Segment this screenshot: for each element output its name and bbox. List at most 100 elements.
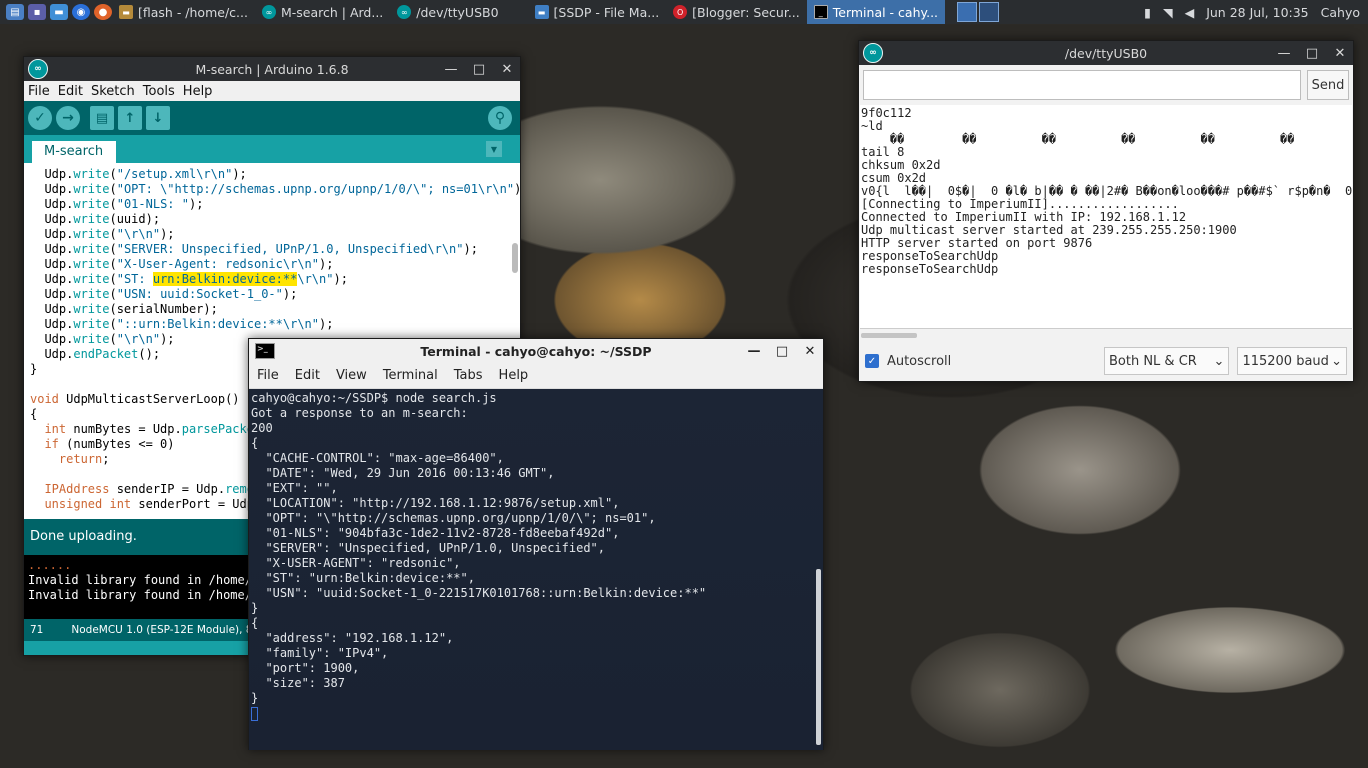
terminal-menubar: File Edit View Terminal Tabs Help [249,363,823,389]
terminal-icon: >_ [255,343,275,359]
serial-line: 9f0c112 [861,106,912,120]
browser-icon[interactable]: ◉ [72,4,90,20]
wifi-icon[interactable]: ◥ [1163,5,1173,20]
terminal-line: "family": "IPv4", [251,646,389,660]
sketch-tabs: M-search ▼ [24,135,520,163]
close-icon[interactable]: ✕ [803,344,817,359]
open-button[interactable]: ↑ [118,106,142,130]
serial-hscrollbar[interactable] [859,329,1353,343]
app-menu-icon[interactable]: ▤ [6,4,24,20]
menu-edit[interactable]: Edit [295,368,320,383]
terminal-line: "USN": "uuid:Socket-1_0-221517K0101768::… [251,586,707,600]
menu-file[interactable]: File [257,368,279,383]
serial-output[interactable]: 9f0c112 ~ld �� �� �� �� �� �� tail 8 chksu… [860,105,1352,329]
save-button[interactable]: ↓ [146,106,170,130]
maximize-icon[interactable]: □ [775,344,789,359]
terminal-output[interactable]: cahyo@cahyo:~/SSDP$ node search.js Got a … [249,389,823,750]
task-flash[interactable]: ▬ [flash - /home/c... [112,0,255,24]
terminal-cursor [251,706,258,721]
chevron-down-icon: ⌄ [1213,353,1225,369]
workspace-1[interactable] [957,2,978,22]
terminal-line: { [251,616,259,630]
workspace-pager[interactable] [957,2,1000,22]
menu-sketch[interactable]: Sketch [90,84,136,99]
autoscroll-checkbox[interactable]: ✓ [865,354,879,368]
serial-input[interactable] [863,70,1301,100]
menu-file[interactable]: File [27,84,51,99]
close-icon[interactable]: ✕ [1333,46,1347,61]
serial-line: responseToSearchUdp [861,262,999,276]
task-ssdp[interactable]: ▬ [SSDP - File Ma... [528,0,667,24]
terminal-line: "EXT": "", [251,481,338,495]
minimize-icon[interactable]: — [1277,46,1291,61]
serial-titlebar[interactable]: ∞ /dev/ttyUSB0 — □ ✕ [859,41,1353,65]
desktop-icon[interactable]: ▪ [28,4,46,20]
arduino-icon: ∞ [397,5,412,19]
clipboard-icon[interactable]: ▮ [1144,5,1151,20]
arduino-titlebar[interactable]: ∞ M-search | Arduino 1.6.8 — □ ✕ [24,57,520,81]
arduino-menubar: File Edit Sketch Tools Help [24,81,520,101]
menu-help[interactable]: Help [499,368,529,383]
arduino-logo-icon: ∞ [28,59,48,79]
terminal-line: "SERVER": "Unspecified, UPnP/1.0, Unspec… [251,541,606,555]
menu-edit[interactable]: Edit [57,84,84,99]
minimize-icon[interactable]: — [747,344,761,359]
maximize-icon[interactable]: □ [1305,46,1319,61]
volume-icon[interactable]: ◀ [1185,5,1195,20]
terminal-line: { [251,436,259,450]
upload-button[interactable]: → [56,106,80,130]
close-icon[interactable]: ✕ [500,62,514,77]
send-button[interactable]: Send [1307,70,1349,100]
opera-icon: O [673,5,688,19]
arduino-toolbar: ✓ → ▤ ↑ ↓ ⚲ [24,101,520,135]
terminal-line: 200 [251,421,273,435]
arduino-icon: ∞ [261,5,276,19]
terminal-titlebar[interactable]: >_ Terminal - cahyo@cahyo: ~/SSDP — □ ✕ [249,339,823,363]
serial-line: chksum 0x2d [861,158,941,172]
task-terminal[interactable]: _ Terminal - cahy... [806,0,946,24]
tab-m-search[interactable]: M-search [32,141,116,163]
terminal-window: >_ Terminal - cahyo@cahyo: ~/SSDP — □ ✕ Fi… [248,338,824,750]
folder-icon: ▬ [534,5,549,19]
user-name[interactable]: Cahyo [1321,5,1360,20]
maximize-icon[interactable]: □ [472,62,486,77]
firefox-icon[interactable]: ● [94,4,112,20]
terminal-scrollbar[interactable] [816,569,821,745]
autoscroll-label: Autoscroll [886,353,952,369]
task-blogger[interactable]: O [Blogger: Secur... [666,0,807,24]
menu-help[interactable]: Help [182,84,214,99]
task-label: [Blogger: Secur... [692,4,800,20]
terminal-line: "CACHE-CONTROL": "max-age=86400", [251,451,504,465]
menu-terminal[interactable]: Terminal [383,368,438,383]
minimize-icon[interactable]: — [444,62,458,77]
new-button[interactable]: ▤ [90,106,114,130]
files-icon[interactable]: ▬ [50,4,68,20]
serial-monitor-button[interactable]: ⚲ [488,106,512,130]
menu-tools[interactable]: Tools [142,84,176,99]
menu-view[interactable]: View [336,368,367,383]
editor-scrollbar[interactable] [512,243,518,273]
terminal-line: "address": "192.168.1.12", [251,631,454,645]
clock[interactable]: Jun 28 Jul, 10:35 [1206,5,1308,20]
task-serial[interactable]: ∞ /dev/ttyUSB0 [390,0,505,24]
line-number: 71 [30,624,44,636]
terminal-line: "ST": "urn:Belkin:device:**", [251,571,475,585]
line-ending-select[interactable]: Both NL & CR ⌄ [1103,347,1230,375]
terminal-icon: _ [813,5,828,19]
menu-tabs[interactable]: Tabs [454,368,483,383]
terminal-line: Got a response to an m-search: [251,406,468,420]
baud-value: 115200 baud [1242,353,1329,369]
tab-menu-button[interactable]: ▼ [486,141,502,157]
task-label: /dev/ttyUSB0 [416,4,499,20]
task-label: [flash - /home/c... [138,4,248,20]
serial-options: ✓ Autoscroll Both NL & CR ⌄ 115200 baud ⌄ [859,343,1353,379]
workspace-2[interactable] [979,2,1000,22]
terminal-line: "LOCATION": "http://192.168.1.12:9876/se… [251,496,620,510]
verify-button[interactable]: ✓ [28,106,52,130]
task-m-search[interactable]: ∞ M-search | Ard... [255,0,390,24]
window-title: Terminal - cahyo@cahyo: ~/SSDP [420,343,652,359]
serial-monitor-window: ∞ /dev/ttyUSB0 — □ ✕ Send 9f0c112 ~ld �� ��… [858,40,1354,382]
terminal-line: "OPT": "\"http://schemas.upnp.org/upnp/1… [251,511,656,525]
task-label: M-search | Ard... [280,4,384,20]
baud-select[interactable]: 115200 baud ⌄ [1237,347,1347,375]
